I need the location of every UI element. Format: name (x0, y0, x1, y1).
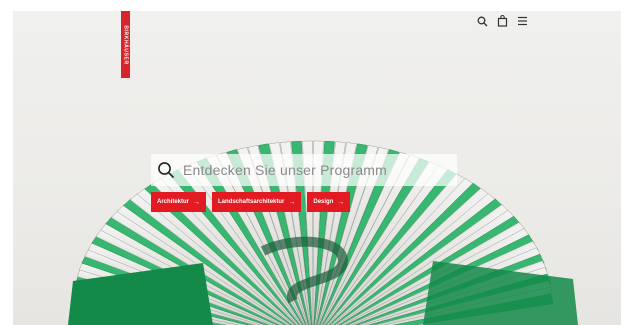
category-links: Architektur → Landschaftsarchitektur → D… (151, 192, 351, 212)
category-label: Architektur (157, 199, 190, 205)
arrow-right-icon: → (193, 198, 201, 206)
category-label: Landschaftsarchitektur (218, 199, 285, 205)
search-placeholder: Entdecken Sie unser Programm (183, 162, 388, 178)
hero-section: BIRKHÄUSER Entdecken Sie unser Programm … (13, 11, 621, 325)
brand-logo-tab[interactable]: BIRKHÄUSER (121, 11, 130, 78)
brand-logo-text: BIRKHÄUSER (122, 24, 129, 65)
arrow-right-icon: → (337, 198, 345, 206)
arrow-right-icon: → (288, 198, 296, 206)
category-label: Design (313, 199, 334, 205)
search-icon (155, 159, 177, 181)
search-bar[interactable]: Entdecken Sie unser Programm (151, 154, 457, 186)
category-link-design[interactable]: Design → (307, 192, 351, 212)
category-link-architektur[interactable]: Architektur → (151, 192, 207, 212)
page: BIRKHÄUSER Entdecken Sie unser Programm … (0, 0, 634, 325)
search-icon[interactable] (476, 15, 488, 27)
header-icons (476, 15, 528, 27)
menu-icon[interactable] (516, 15, 528, 27)
category-link-landschaftsarchitektur[interactable]: Landschaftsarchitektur → (212, 192, 302, 212)
shopping-bag-icon[interactable] (496, 15, 508, 27)
